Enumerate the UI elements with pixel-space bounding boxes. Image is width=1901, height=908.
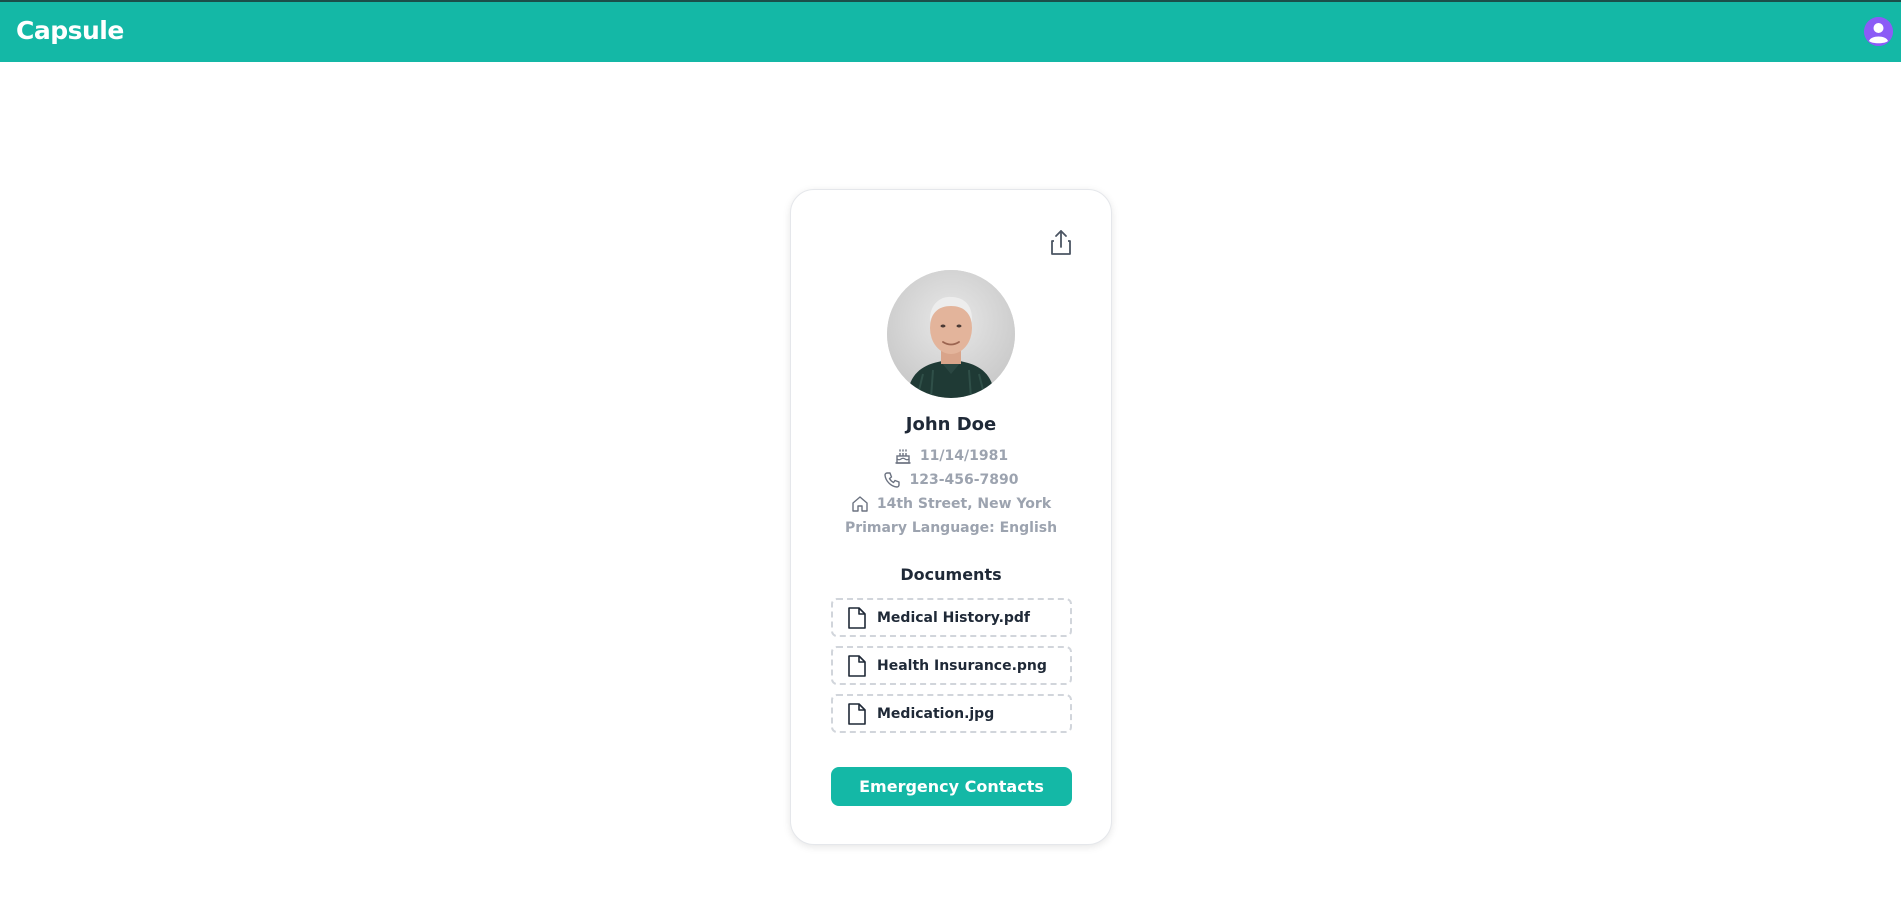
- document-item[interactable]: Medical History.pdf: [831, 598, 1072, 637]
- phone-row: 123-456-7890: [791, 469, 1111, 491]
- birthdate-row: 11/14/1981: [791, 445, 1111, 467]
- file-icon: [848, 654, 866, 677]
- document-label: Medical History.pdf: [877, 609, 1031, 626]
- top-navbar: Capsule: [0, 0, 1901, 62]
- share-icon: [1051, 230, 1071, 255]
- phone-text: 123-456-7890: [909, 472, 1019, 488]
- documents-heading: Documents: [900, 565, 1002, 584]
- birthdate-text: 11/14/1981: [919, 448, 1009, 464]
- patient-name: John Doe: [905, 414, 997, 435]
- home-icon: [852, 496, 868, 512]
- phone-icon: [884, 472, 901, 488]
- document-item[interactable]: Health Insurance.png: [831, 646, 1072, 685]
- language-text: Primary Language: English: [844, 520, 1058, 536]
- user-circle-icon: [1864, 17, 1893, 46]
- language-row: Primary Language: English: [791, 517, 1111, 539]
- cake-icon: [895, 449, 911, 464]
- document-label: Medication.jpg: [877, 705, 995, 722]
- address-text: 14th Street, New York: [876, 496, 1052, 512]
- share-button[interactable]: [1048, 228, 1074, 258]
- file-icon: [848, 606, 866, 629]
- document-label: Health Insurance.png: [877, 657, 1047, 674]
- user-avatar-button[interactable]: [1864, 17, 1893, 46]
- emergency-contacts-button[interactable]: Emergency Contacts: [831, 767, 1072, 806]
- profile-photo: [887, 270, 1015, 398]
- document-item[interactable]: Medication.jpg: [831, 694, 1072, 733]
- app-logo[interactable]: Capsule: [16, 16, 124, 45]
- file-icon: [848, 702, 866, 725]
- profile-card: John Doe 11/14/1981 123-456-7890 14th St…: [790, 189, 1112, 845]
- address-row: 14th Street, New York: [791, 493, 1111, 515]
